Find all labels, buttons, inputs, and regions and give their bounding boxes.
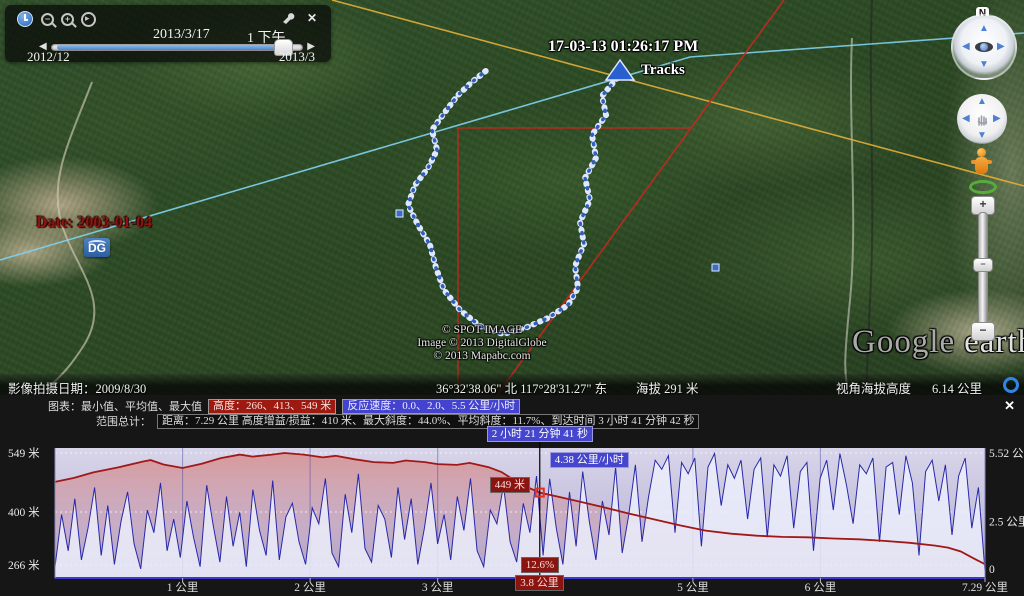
pegman-head — [977, 148, 986, 157]
cursor-elevation-tooltip: 449 米 — [490, 477, 530, 493]
cursor-slope-tooltip: 12.6% — [521, 557, 559, 573]
look-joystick[interactable]: ▲ ▼ ◀ ▶ — [951, 14, 1017, 80]
svg-text:2.5 公里/小时: 2.5 公里/小时 — [989, 515, 1024, 528]
svg-text:549 米: 549 米 — [8, 447, 40, 460]
timeline-range-start: 2012/12 — [27, 49, 70, 65]
street-view-pegman-icon[interactable] — [966, 148, 998, 194]
timeline-play-icon[interactable] — [81, 12, 96, 27]
imagery-date-overlay: Date: 2003-01-04 — [36, 214, 152, 232]
timeline-zoom-in-icon[interactable]: + — [61, 13, 74, 26]
look-up-icon[interactable]: ▲ — [979, 24, 989, 34]
move-up-icon[interactable]: ▲ — [977, 97, 987, 107]
route-line-yellow — [332, 0, 1024, 186]
look-left-icon[interactable]: ◀ — [962, 42, 970, 52]
move-joystick[interactable]: ▲ ▼ ◀ ▶ — [957, 94, 1007, 144]
timeline-zoom-out-icon[interactable]: − — [41, 13, 54, 26]
eye-icon[interactable] — [975, 42, 993, 52]
move-right-icon[interactable]: ▶ — [993, 114, 1001, 124]
look-down-icon[interactable]: ▼ — [979, 60, 989, 70]
svg-text:2 公里: 2 公里 — [294, 581, 326, 594]
timeline-current-date: 2013/3/17 — [153, 27, 210, 43]
pegman-body — [975, 157, 988, 174]
cursor-speed-tooltip: 4.38 公里/小时 — [550, 452, 629, 468]
credit-line: © 2013 Mapabc.com — [352, 350, 612, 363]
map-viewport[interactable]: 17-03-13 01:26:17 PM Tracks Date: 2003-0… — [0, 0, 1024, 395]
credit-line: Image © 2013 DigitalGlobe — [352, 337, 612, 350]
svg-text:400 米: 400 米 — [8, 506, 40, 519]
svg-text:5.52 公里/小时: 5.52 公里/小时 — [989, 447, 1024, 460]
credit-line: © SPOT IMAGE — [352, 324, 612, 337]
svg-text:0: 0 — [989, 564, 995, 576]
google-wordmark: Google — [852, 324, 955, 360]
move-down-icon[interactable]: ▼ — [977, 131, 987, 141]
move-left-icon[interactable]: ◀ — [962, 114, 970, 124]
elevation-profile-panel: 图表：最小值、平均值、最大值 高度：266、413、549 米 反应速度：0.0… — [0, 395, 1024, 596]
google-earth-window: 17-03-13 01:26:17 PM Tracks Date: 2003-0… — [0, 0, 1024, 596]
svg-text:1 公里: 1 公里 — [167, 581, 199, 594]
timeline-settings-wrench-icon[interactable] — [281, 11, 295, 25]
look-right-icon[interactable]: ▶ — [997, 42, 1005, 52]
svg-text:5 公里: 5 公里 — [677, 581, 709, 594]
placemark-icon[interactable] — [396, 210, 403, 217]
timeline-slider-track[interactable] — [51, 44, 303, 51]
timeline-slider-range — [57, 45, 279, 50]
cursor-time-tooltip: 2 小时 21 分钟 41 秒 — [487, 426, 593, 442]
timeline-close-icon[interactable]: ✕ — [307, 11, 317, 25]
time-slider-panel: − + ✕ 2013/3/17 1 下午 ◀ ▶ 2012/12 2013/3 — [5, 5, 331, 62]
timeline-range-end: 2013/3 — [279, 49, 315, 65]
track-position-marker-icon[interactable] — [606, 60, 634, 80]
digitalglobe-logo[interactable]: DG — [84, 238, 110, 257]
timeline-clock-icon[interactable] — [17, 11, 33, 27]
svg-text:6 公里: 6 公里 — [805, 581, 837, 594]
pegman-ring — [969, 180, 997, 194]
zoom-slider-handle[interactable]: − — [973, 258, 993, 272]
track-timestamp-label: 17-03-13 01:26:17 PM — [548, 38, 698, 56]
status-bar: 影像拍摄日期：2009/8/30 36°32'38.06" 北 117°28'3… — [0, 374, 1024, 395]
svg-text:3 公里: 3 公里 — [422, 581, 454, 594]
placemark-icon[interactable] — [712, 264, 719, 271]
pan-hand-icon — [974, 111, 990, 127]
cursor-distance-tooltip: 3.8 公里 — [515, 575, 564, 591]
svg-text:266 米: 266 米 — [8, 559, 40, 572]
google-earth-logo: Googleearth — [852, 324, 1024, 361]
map-credits: © SPOT IMAGE Image © 2013 DigitalGlobe ©… — [352, 324, 612, 363]
svg-text:7.29 公里: 7.29 公里 — [962, 581, 1008, 594]
streaming-progress-icon — [1003, 377, 1019, 393]
track-name-label[interactable]: Tracks — [641, 62, 685, 79]
zoom-out-button[interactable]: − — [971, 322, 995, 341]
